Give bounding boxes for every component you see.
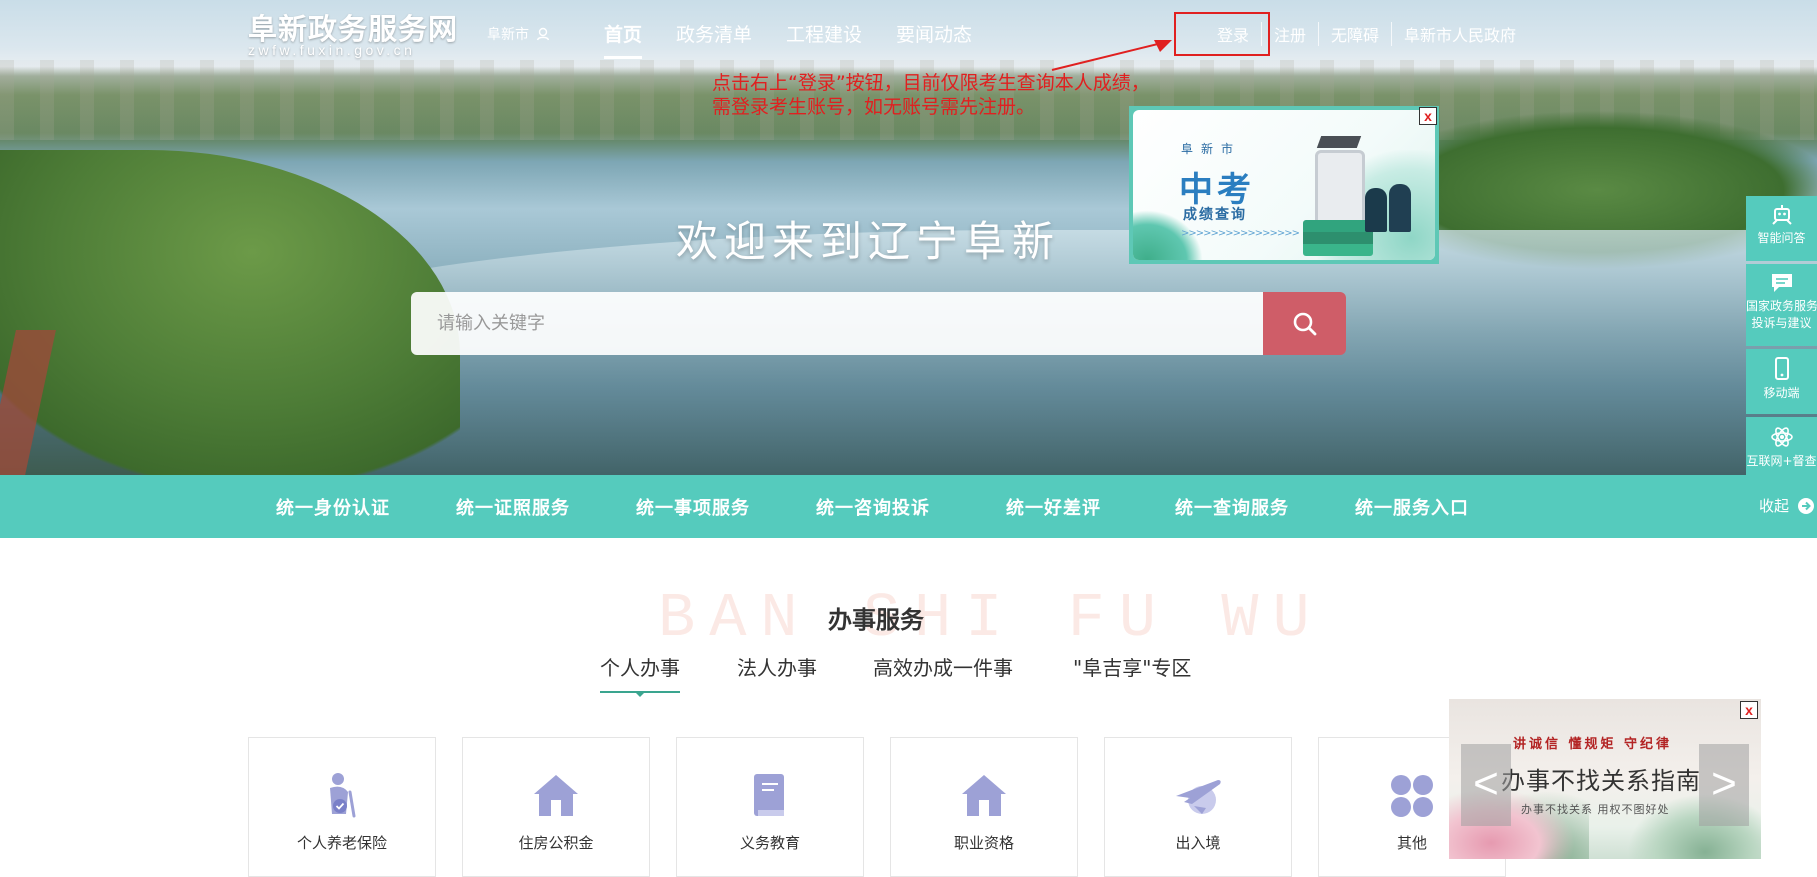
city-selector[interactable]: 阜新市 (487, 24, 551, 44)
guide-popup-close-button[interactable]: x (1740, 701, 1758, 719)
card-exit-entry[interactable]: 出入境 (1104, 737, 1292, 877)
service-consult-complaint[interactable]: 统一咨询投诉 (816, 494, 930, 520)
tab-one-thing[interactable]: 高效办成一件事 (873, 652, 1013, 691)
section-bg-text: BAN SHI FU WU (658, 583, 1324, 654)
section-title: 办事服务 (828, 606, 924, 634)
card-education[interactable]: 义务教育 (676, 737, 864, 877)
service-matters[interactable]: 统一事项服务 (636, 494, 750, 520)
guide-popup[interactable]: 讲诚信 懂规矩 守纪律 办事不找关系指南 办事不找关系 用权不图好处 < > (1449, 699, 1761, 859)
exam-popup-banner: 阜新市 中考 成绩查询 >>>>>>>>>>>>>>>> (1133, 110, 1435, 260)
location-icon (536, 27, 550, 41)
graduate-figure (1365, 188, 1387, 232)
collapse-label: 收起 (1759, 497, 1790, 515)
atom-icon (1770, 427, 1793, 447)
card-housing-fund[interactable]: 住房公积金 (462, 737, 650, 877)
house-icon (962, 775, 1006, 816)
books-illustration (1303, 220, 1373, 256)
main-nav: 首页 政务清单 工程建设 要闻动态 (604, 20, 1006, 59)
service-rating[interactable]: 统一好差评 (1006, 494, 1101, 520)
collapse-button[interactable]: 收起 (1759, 495, 1815, 516)
plane-icon (1176, 780, 1221, 814)
annotation-text: 点击右上“登录”按钮，目前仅限考生查询本人成绩， 需登录考生账号，如无账号需先注… (712, 71, 1150, 119)
sidebar-label: 智能问答 (1757, 231, 1806, 245)
grid-icon (1391, 775, 1433, 817)
gov-link[interactable]: 阜新市人民政府 (1391, 22, 1528, 46)
exam-city: 阜新市 (1181, 142, 1242, 156)
chat-icon (1771, 274, 1792, 292)
service-bar: 统一身份认证 统一证照服务 统一事项服务 统一咨询投诉 统一好差评 统一查询服务… (0, 475, 1817, 538)
sidebar-item-smart-qa[interactable]: 智能问答 (1746, 196, 1817, 261)
guide-subtitle: 办事不找关系 用权不图好处 (1521, 803, 1670, 816)
sidebar-label: 移动端 (1763, 386, 1800, 400)
nav-engineering[interactable]: 工程建设 (786, 20, 862, 55)
exam-subtitle: 成绩查询 (1183, 207, 1247, 223)
nav-news[interactable]: 要闻动态 (896, 20, 972, 55)
guide-title: 办事不找关系指南 (1501, 767, 1701, 795)
elderly-icon (330, 773, 356, 818)
annotation-line-1: 点击右上“登录”按钮，目前仅限考生查询本人成绩， (712, 72, 1150, 94)
trees-left (0, 150, 460, 475)
house-icon (534, 775, 578, 816)
sidebar-label: 互联网+督查 (1746, 454, 1817, 468)
tab-fujixiang[interactable]: "阜吉享"专区 (1073, 652, 1191, 691)
search-input[interactable] (411, 292, 1263, 355)
nav-home[interactable]: 首页 (604, 20, 643, 59)
service-query[interactable]: 统一查询服务 (1175, 494, 1289, 520)
sidebar-item-mobile[interactable]: 移动端 (1746, 349, 1817, 414)
search-bar (411, 292, 1346, 355)
logo-subtitle: zwfw.fuxin.gov.cn (248, 42, 416, 58)
chevron-decor: >>>>>>>>>>>>>>>> (1181, 228, 1300, 239)
tab-corporate[interactable]: 法人办事 (737, 652, 817, 691)
search-button[interactable] (1263, 292, 1346, 355)
card-label: 出入境 (1175, 834, 1221, 852)
login-highlight-box (1174, 12, 1270, 56)
exam-score-popup[interactable]: 阜新市 中考 成绩查询 >>>>>>>>>>>>>>>> (1129, 106, 1439, 264)
annotation-arrow (1051, 40, 1172, 71)
sidebar-label: 投诉与建议 (1751, 316, 1812, 330)
card-pension[interactable]: 个人养老保险 (248, 737, 436, 877)
card-label: 个人养老保险 (296, 834, 387, 852)
card-label: 职业资格 (953, 834, 1014, 852)
exam-popup-close-button[interactable]: x (1419, 107, 1437, 125)
card-qualification[interactable]: 职业资格 (890, 737, 1078, 877)
graduate-figure (1389, 184, 1411, 232)
welcome-heading: 欢迎来到辽宁阜新 (676, 217, 1061, 266)
arrow-right-circle-icon (1798, 497, 1815, 514)
graduation-cap-icon (1316, 136, 1362, 148)
guide-next-button[interactable]: > (1699, 744, 1749, 826)
mobile-icon (1774, 357, 1789, 380)
service-identity-auth[interactable]: 统一身份认证 (276, 494, 390, 520)
card-label: 住房公积金 (518, 834, 594, 852)
search-icon (1293, 312, 1316, 335)
guide-slogan: 讲诚信 懂规矩 守纪律 (1513, 737, 1673, 752)
nav-gov-list[interactable]: 政务清单 (676, 20, 752, 55)
right-sidebar: 智能问答 国家政务服务 投诉与建议 移动端 互联网+督查 (1746, 196, 1817, 480)
city-label: 阜新市 (487, 27, 529, 43)
guide-prev-button[interactable]: < (1461, 744, 1511, 826)
card-label: 义务教育 (739, 834, 800, 852)
sidebar-label: 国家政务服务 (1746, 299, 1817, 313)
book-icon (754, 774, 784, 816)
accessibility-link[interactable]: 无障碍 (1318, 22, 1391, 46)
sidebar-item-complaints[interactable]: 国家政务服务 投诉与建议 (1746, 264, 1817, 346)
robot-icon (1771, 205, 1792, 225)
service-entry[interactable]: 统一服务入口 (1355, 494, 1469, 520)
service-certificates[interactable]: 统一证照服务 (456, 494, 570, 520)
tab-personal[interactable]: 个人办事 (600, 652, 680, 697)
sidebar-item-supervision[interactable]: 互联网+督查 (1746, 417, 1817, 477)
annotation-line-2: 需登录考生账号，如无账号需先注册。 (712, 96, 1036, 118)
